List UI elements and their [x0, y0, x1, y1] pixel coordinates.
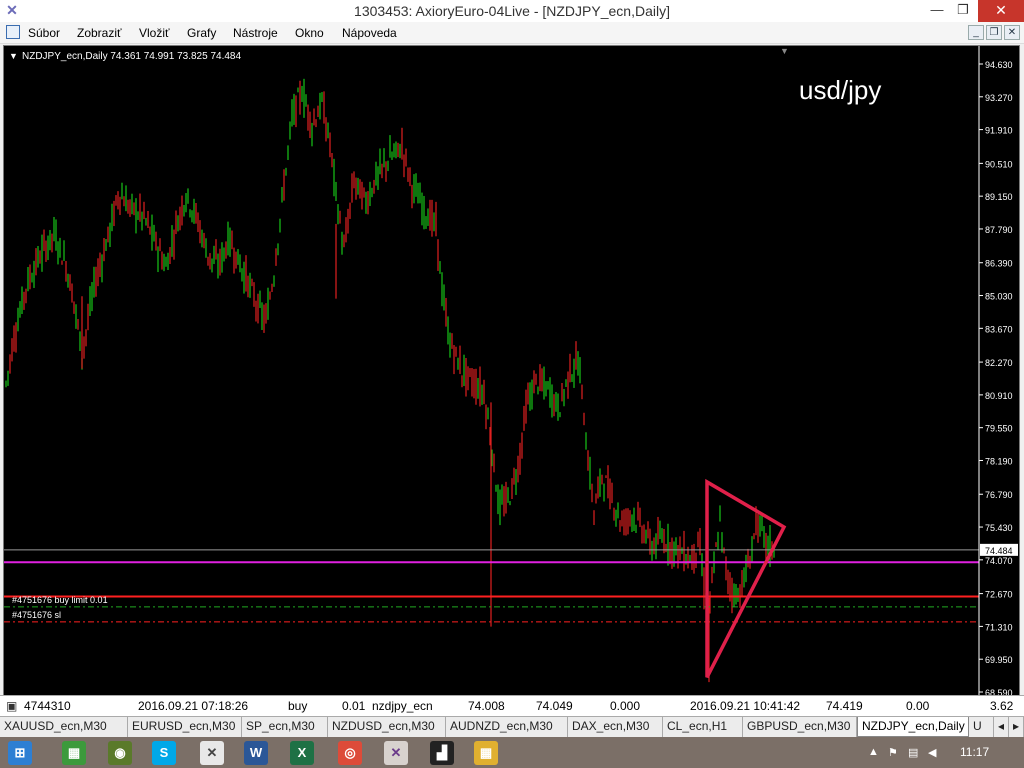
tab-scroll-left-icon[interactable]: ◂	[994, 717, 1009, 737]
folder-app-icon[interactable]: ▦	[474, 741, 498, 765]
grid-app-icon[interactable]: ▦	[62, 741, 86, 765]
tab-gbpusd[interactable]: GBPUSD_ecn,M30	[743, 717, 857, 737]
menu-subor[interactable]: Súbor	[28, 26, 60, 40]
menu-grafy[interactable]: Grafy	[187, 26, 216, 40]
chart-tab-bar: XAUUSD_ecn,M30 EURUSD_ecn,M30 SP_ecn,M30…	[0, 716, 1024, 737]
metatrader-icon[interactable]: ✕	[200, 741, 224, 765]
price-tick-label: 69.950	[985, 655, 1013, 665]
chart-menu-triangle-icon[interactable]: ▼	[9, 51, 18, 61]
tab-xauusd[interactable]: XAUUSD_ecn,M30	[0, 717, 128, 737]
current-price-label: 74.484	[985, 546, 1013, 556]
chart-watermark: usd/jpy	[799, 75, 881, 105]
price-tick-label: 79.550	[985, 424, 1013, 434]
chart-header: NZDJPY_ecn,Daily 74.361 74.991 73.825 74…	[22, 51, 241, 62]
price-tick-label: 93.270	[985, 93, 1013, 103]
trade-tp: 0.000	[610, 699, 641, 713]
menu-vlozit[interactable]: Vložiť	[139, 26, 170, 40]
price-tick-label: 89.150	[985, 192, 1013, 202]
tray-volume-icon[interactable]: ◀	[928, 746, 936, 759]
trade-open-price: 74.008	[468, 699, 505, 713]
window-title: 1303453: AxioryEuro-04Live - [NZDJPY_ecn…	[354, 3, 670, 19]
tray-chevron-icon[interactable]: ▲	[868, 746, 879, 758]
menu-napoveda[interactable]: Nápoveda	[342, 26, 397, 40]
globe-app-icon[interactable]: ◉	[108, 741, 132, 765]
chart-window[interactable]: 94.630 93.270 91.910 90.510 89.150 87.790 86.3…	[3, 45, 1020, 717]
trade-ticket: 4744310	[24, 699, 71, 713]
close-button[interactable]: ✕	[978, 0, 1024, 22]
price-tick-label: 76.790	[985, 490, 1013, 500]
trade-commission: 0.00	[906, 699, 930, 713]
tab-sp[interactable]: SP_ecn,M30	[242, 717, 328, 737]
menu-nastroje[interactable]: Nástroje	[233, 26, 278, 40]
document-icon[interactable]	[6, 25, 20, 39]
trade-symbol: nzdjpy_ecn	[372, 699, 433, 713]
menu-bar: Súbor Zobraziť Vložiť Grafy Nástroje Okn…	[0, 22, 1024, 44]
menu-zobrazit[interactable]: Zobraziť	[77, 26, 122, 40]
trade-type: buy	[288, 699, 308, 713]
maximize-button[interactable]: ❐	[948, 0, 978, 22]
chart-restore-button[interactable]: ❐	[986, 25, 1002, 40]
clock: 11:17	[960, 745, 990, 759]
tab-eurusd[interactable]: EURUSD_ecn,M30	[128, 717, 242, 737]
trade-sl: 74.049	[536, 699, 573, 713]
price-tick-label: 83.670	[985, 324, 1013, 334]
tab-nzdjpy[interactable]: NZDJPY_ecn,Daily	[857, 717, 969, 737]
shift-marker-icon[interactable]: ▼	[780, 46, 789, 56]
tab-nzdusd[interactable]: NZDUSD_ecn,M30	[328, 717, 446, 737]
tab-usd[interactable]: U	[969, 717, 994, 737]
windows-start-icon[interactable]: ⊞	[8, 741, 32, 765]
tab-cl[interactable]: CL_ecn,H1	[663, 717, 743, 737]
price-tick-label: 71.310	[985, 622, 1013, 632]
price-tick-label: 74.070	[985, 556, 1013, 566]
price-tick-label: 91.910	[985, 126, 1013, 136]
price-tick-label: 87.790	[985, 225, 1013, 235]
price-tick-label: 80.910	[985, 391, 1013, 401]
chart-app-icon[interactable]: ▟	[430, 741, 454, 765]
skype-icon[interactable]: S	[152, 741, 176, 765]
taskbar: ⊞ ▦ ◉ S ✕ W X ◎ ✕ ▟ ▦ ▲ ⚑ ▤ ◀ 11:17	[0, 737, 1024, 768]
chrome-icon[interactable]: ◎	[338, 741, 362, 765]
chart-close-button[interactable]: ✕	[1004, 25, 1020, 40]
tray-flag-icon[interactable]: ⚑	[888, 746, 898, 759]
menu-okno[interactable]: Okno	[295, 26, 324, 40]
word-icon[interactable]: W	[244, 741, 268, 765]
trade-size: 0.01	[342, 699, 366, 713]
price-tick-label: 78.190	[985, 456, 1013, 466]
price-tick-label: 85.030	[985, 292, 1013, 302]
chart-minimize-button[interactable]: _	[968, 25, 984, 40]
tab-scroll-right-icon[interactable]: ▸	[1009, 717, 1024, 737]
price-tick-label: 90.510	[985, 159, 1013, 169]
order-label-buy-limit: #4751676 buy limit 0.01	[12, 595, 108, 605]
tray-network-icon[interactable]: ▤	[908, 746, 918, 759]
trade-price: 74.419	[826, 699, 863, 713]
tab-audnzd[interactable]: AUDNZD_ecn,M30	[446, 717, 568, 737]
terminal-app-icon[interactable]: ✕	[384, 741, 408, 765]
order-label-sl: #4751676 sl	[12, 610, 61, 620]
excel-icon[interactable]: X	[290, 741, 314, 765]
trade-open-time: 2016.09.21 07:18:26	[138, 699, 249, 713]
trade-icon: ▣	[6, 699, 18, 713]
price-tick-label: 72.670	[985, 590, 1013, 600]
price-tick-label: 94.630	[985, 60, 1013, 70]
price-tick-label: 75.430	[985, 523, 1013, 533]
price-chart[interactable]: 94.630 93.270 91.910 90.510 89.150 87.790 86.3…	[4, 46, 1019, 696]
tab-dax[interactable]: DAX_ecn,M30	[568, 717, 663, 737]
trade-time: 2016.09.21 10:41:42	[690, 699, 801, 713]
price-tick-label: 82.270	[985, 358, 1013, 368]
price-tick-label: 86.390	[985, 259, 1013, 269]
trade-profit: 3.62	[990, 699, 1014, 713]
trade-row[interactable]: ▣ 4744310 2016.09.21 07:18:26 buy 0.01 n…	[0, 695, 1024, 716]
title-bar: ✕ 1303453: AxioryEuro-04Live - [NZDJPY_e…	[0, 0, 1024, 22]
